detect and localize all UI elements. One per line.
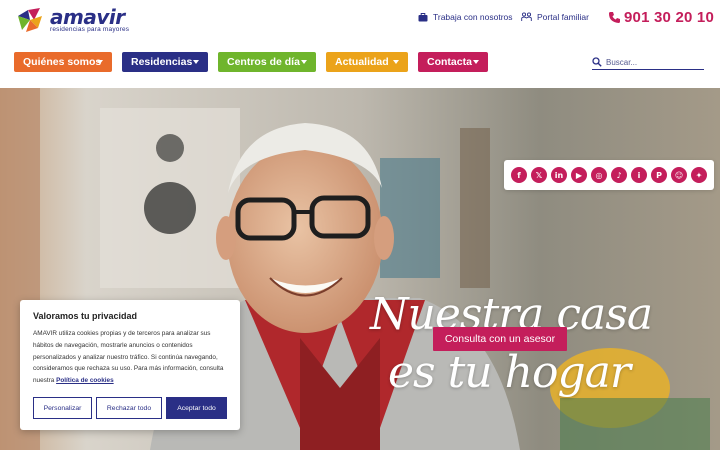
linkedin-icon[interactable]: in (551, 167, 567, 183)
caret-down-icon (301, 60, 307, 64)
nav-actualidad[interactable]: Actualidad (326, 52, 408, 72)
work-with-us-link[interactable]: Trabaja con nosotros (418, 12, 513, 22)
cookie-consent-dialog: Valoramos tu privacidad AMAVIR utiliza c… (20, 300, 240, 430)
logo[interactable]: amavir residencias para mayores (14, 6, 129, 34)
search-box (592, 55, 704, 70)
youtube-icon[interactable]: ▶ (571, 167, 587, 183)
nav-contacta[interactable]: Contacta (418, 52, 488, 72)
nav-quienes-somos-label: Quiénes somos (23, 56, 102, 68)
contact-advisor-button[interactable]: Consulta con un asesor (433, 327, 567, 351)
logo-name: amavir (50, 5, 125, 29)
hero-headline-line2: es tu hogar (388, 347, 631, 398)
cookie-policy-link[interactable]: Política de cookies (56, 377, 114, 384)
briefcase-icon (418, 12, 428, 21)
family-icon (521, 12, 532, 21)
cookie-text: AMAVIR utiliza cookies propias y de terc… (33, 328, 227, 387)
caret-down-icon (473, 60, 479, 64)
caret-down-icon (393, 60, 399, 64)
nav-residencias-label: Residencias (131, 56, 193, 68)
customize-cookies-button[interactable]: Personalizar (33, 397, 92, 419)
header: amavir residencias para mayores Trabaja … (0, 0, 720, 88)
nav-centros-de-dia-label: Centros de día (227, 56, 300, 68)
info-icon[interactable]: i (631, 167, 647, 183)
logo-tagline: residencias para mayores (50, 26, 130, 33)
x-icon[interactable]: 𝕏 (531, 167, 547, 183)
phone-icon (609, 12, 620, 23)
phone-number: 901 30 20 10 (624, 9, 714, 26)
nav-centros-de-dia[interactable]: Centros de día (218, 52, 316, 72)
cookie-title: Valoramos tu privacidad (33, 311, 138, 321)
phone-link[interactable]: 901 30 20 10 (608, 9, 714, 26)
nav-residencias[interactable]: Residencias (122, 52, 208, 72)
logo-mark-icon (18, 8, 42, 32)
caret-down-icon (97, 60, 103, 64)
search-icon[interactable] (592, 57, 602, 67)
pinterest-icon[interactable]: P (651, 167, 667, 183)
search-input[interactable] (606, 57, 696, 67)
instagram-icon[interactable]: ◎ (591, 167, 607, 183)
facebook-icon[interactable]: f (511, 167, 527, 183)
caret-down-icon (193, 60, 199, 64)
bluesky-icon[interactable]: ✦ (691, 167, 707, 183)
family-portal-label: Portal familiar (537, 12, 589, 22)
nav-actualidad-label: Actualidad (335, 56, 389, 68)
accept-all-cookies-button[interactable]: Aceptar todo (166, 397, 227, 419)
nav-quienes-somos[interactable]: Quiénes somos (14, 52, 112, 72)
family-portal-link[interactable]: Portal familiar (521, 12, 589, 22)
nav-contacta-label: Contacta (427, 56, 472, 68)
reject-all-cookies-button[interactable]: Rechazar todo (96, 397, 162, 419)
tiktok-icon[interactable]: ♪ (611, 167, 627, 183)
social-links-bar: f 𝕏in ▶ ◎ ♪ i P ☺ ✦ (504, 160, 714, 190)
snapchat-icon[interactable]: ☺ (671, 167, 687, 183)
work-with-us-label: Trabaja con nosotros (433, 12, 513, 22)
